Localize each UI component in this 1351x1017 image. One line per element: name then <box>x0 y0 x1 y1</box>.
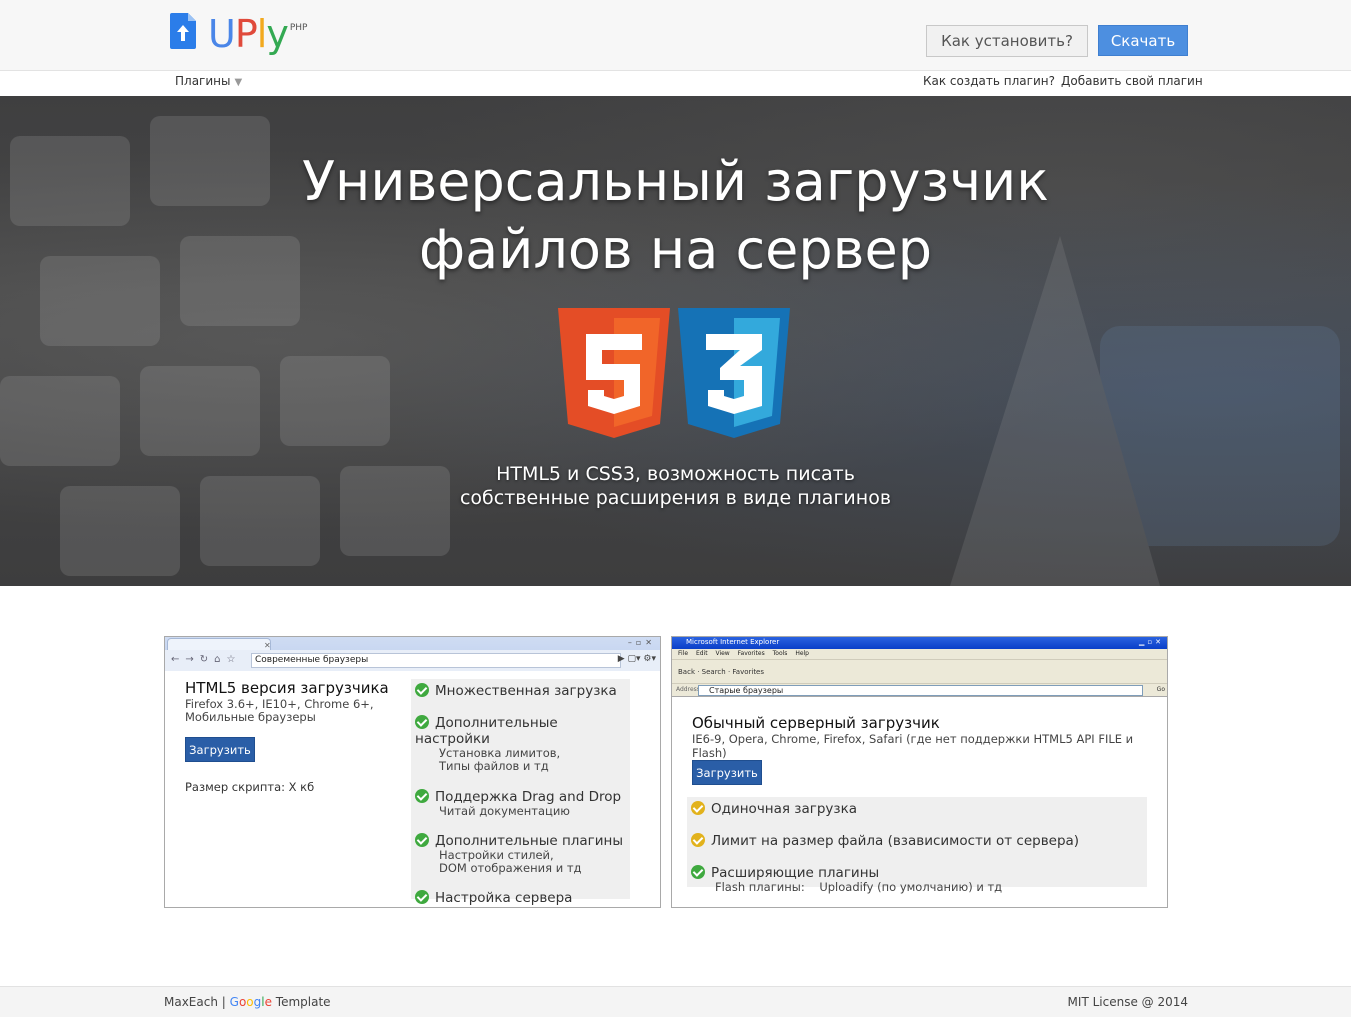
list-item: Одиночная загрузка <box>691 801 1141 817</box>
card-description: Firefox 3.6+, IE10+, Chrome 6+, Мобильны… <box>185 698 385 724</box>
hero-subtitle-line-2: собственные расширения в виде плагинов <box>459 487 892 509</box>
list-item: Расширяющие плагины Flash плагины: Uploa… <box>691 865 1141 894</box>
window-controls[interactable]: –▫✕ <box>628 638 656 647</box>
go-button[interactable]: Go <box>1157 686 1165 693</box>
feature-detail: Читай документацию <box>439 804 570 818</box>
hero-banner: Универсальный загрузчик файлов на сервер… <box>0 96 1351 586</box>
feature-title: Дополнительные настройки <box>415 715 558 747</box>
how-to-install-button[interactable]: Как установить? <box>926 25 1088 57</box>
script-size-text: Размер скрипта: X кб <box>185 780 315 794</box>
hero-title-line-1: Универсальный загрузчик <box>302 150 1049 213</box>
browser-tab[interactable]: ✕ <box>167 638 271 650</box>
sub-navigation: Плагины ▼ Как создать плагин? Добавить св… <box>0 71 1351 96</box>
plugins-dropdown[interactable]: Плагины ▼ <box>175 74 242 88</box>
classic-uploader-card: Microsoft Internet Explorer ▁▫✕ File Edi… <box>671 636 1168 908</box>
window-controls[interactable]: ▁▫✕ <box>1139 638 1164 646</box>
list-item: Множественная загрузка <box>415 683 630 699</box>
browser-menu-icons[interactable]: ▶ ▢▾ ⚙▾ <box>618 654 656 664</box>
ie-title-bar: Microsoft Internet Explorer ▁▫✕ <box>672 637 1167 649</box>
upload-button[interactable]: Загрузить <box>692 760 762 785</box>
check-icon <box>415 715 429 729</box>
feature-detail: Flash плагины: Uploadify (по умолчанию) … <box>715 880 1003 894</box>
author-link[interactable]: MaxEach <box>164 995 218 1009</box>
html5-icon <box>558 308 670 438</box>
ie-menu-bar[interactable]: File Edit View Favorites Tools Help <box>672 649 1167 659</box>
feature-title: Множественная загрузка <box>435 683 617 699</box>
html5-uploader-card: ✕ –▫✕ ←→↻⌂☆ Современные браузеры ▶ ▢▾ ⚙▾… <box>164 636 661 908</box>
feature-detail: Типы файлов и тд <box>439 759 549 773</box>
hero-title: Универсальный загрузчик файлов на сервер <box>0 148 1351 284</box>
address-bar[interactable]: Старые браузеры <box>698 685 1143 696</box>
site-header: UPly PHP Как установить? Скачать <box>0 0 1351 71</box>
ie-toolbar[interactable]: Back · Search · Favorites <box>672 659 1167 683</box>
feature-title: Поддержка Drag and Drop <box>435 789 622 805</box>
check-icon <box>415 789 429 803</box>
upload-file-icon <box>170 13 196 49</box>
window-title: Microsoft Internet Explorer <box>686 638 780 646</box>
logo-wordmark: UPly <box>208 12 289 56</box>
license-text[interactable]: MIT License @ 2014 <box>1068 995 1188 1009</box>
check-icon <box>415 833 429 847</box>
upload-button[interactable]: Загрузить <box>185 737 255 762</box>
ie-address-row: Address Старые браузеры Go <box>672 683 1167 697</box>
feature-detail: DOM отображения и тд <box>439 861 582 875</box>
logo-php-label: PHP <box>289 23 308 33</box>
browser-nav-icons[interactable]: ←→↻⌂☆ <box>171 654 241 665</box>
address-label: Address <box>676 686 700 693</box>
feature-title: Настройка сервера <box>435 890 573 906</box>
feature-title: Дополнительные плагины <box>435 833 624 849</box>
feature-title: Расширяющие плагины <box>711 865 880 881</box>
hero-subtitle-line-1: HTML5 и CSS3, возможность писать <box>496 463 855 485</box>
check-icon <box>691 801 705 815</box>
list-item: Дополнительные плагины Настройки стилей,… <box>415 833 630 875</box>
hero-subtitle: HTML5 и CSS3, возможность писать собстве… <box>0 462 1351 510</box>
close-icon[interactable]: ✕ <box>264 641 271 650</box>
check-icon <box>415 683 429 697</box>
card-title: Обычный серверный загрузчик <box>692 714 940 732</box>
site-footer: MaxEach | Google Template MIT License @ … <box>0 986 1351 1017</box>
check-icon <box>415 890 429 904</box>
check-icon <box>691 833 705 847</box>
feature-title: Одиночная загрузка <box>711 801 858 817</box>
logo[interactable]: UPly PHP <box>170 12 307 56</box>
chevron-down-icon: ▼ <box>234 77 243 88</box>
card-title: HTML5 версия загрузчика <box>185 679 389 697</box>
separator: | <box>217 995 230 1009</box>
google-wordmark[interactable]: Google <box>230 995 272 1009</box>
feature-title: Лимит на размер файла (взависимости от с… <box>711 833 1080 849</box>
list-item: Дополнительные настройки Установка лимит… <box>415 715 630 773</box>
list-item: Лимит на размер файла (взависимости от с… <box>691 833 1141 849</box>
add-plugin-link[interactable]: Добавить свой плагин <box>1061 74 1203 88</box>
list-item: Поддержка Drag and Drop Читай документац… <box>415 789 630 818</box>
css3-icon <box>678 308 790 438</box>
hero-title-line-2: файлов на сервер <box>419 218 932 281</box>
chrome-window-frame: ✕ –▫✕ ←→↻⌂☆ Современные браузеры ▶ ▢▾ ⚙▾ <box>165 637 660 671</box>
feature-list: Одиночная загрузка Лимит на размер файла… <box>687 797 1147 894</box>
card-description-line-2: Мобильные браузеры <box>185 710 316 724</box>
list-item: Настройка сервера <box>415 890 630 906</box>
footer-credits: MaxEach | Google Template <box>164 995 331 1009</box>
feature-list: Множественная загрузка Дополнительные на… <box>411 679 630 906</box>
template-label: Template <box>271 995 331 1009</box>
download-button[interactable]: Скачать <box>1098 25 1188 56</box>
card-description: IE6-9, Opera, Chrome, Firefox, Safari (г… <box>692 732 1134 760</box>
check-icon <box>691 865 705 879</box>
browser-toolbar: ←→↻⌂☆ Современные браузеры ▶ ▢▾ ⚙▾ <box>165 650 660 671</box>
how-to-create-plugin-link[interactable]: Как создать плагин? <box>923 74 1055 88</box>
plugins-label: Плагины <box>175 74 231 88</box>
address-bar[interactable]: Современные браузеры <box>251 653 621 668</box>
